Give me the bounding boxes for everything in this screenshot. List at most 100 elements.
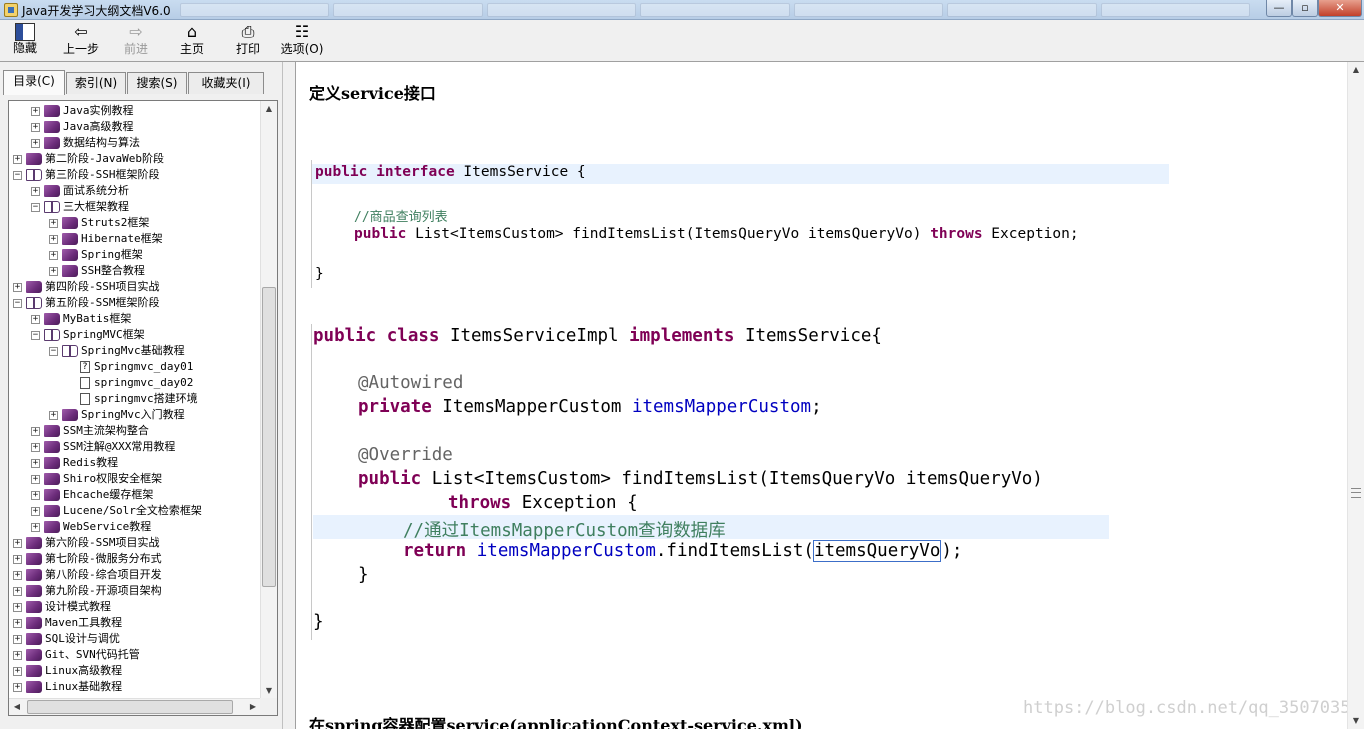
tree-item[interactable]: + 设计模式教程 [13,599,111,615]
minimize-button[interactable]: — [1266,0,1292,17]
scroll-down-icon[interactable]: ▼ [1348,713,1364,729]
expand-icon[interactable]: + [31,474,40,484]
collapse-icon[interactable]: − [31,202,40,212]
content-vertical-scrollbar[interactable]: ▲ ▼ [1347,62,1364,729]
tab-index[interactable]: 索引(N) [66,72,126,94]
tree-item[interactable]: + Maven工具教程 [13,615,122,631]
expand-icon[interactable]: + [49,250,58,260]
tree-item[interactable]: − 三大框架教程 [31,199,129,215]
home-button[interactable]: ⌂ 主页 [172,22,212,60]
expand-icon[interactable]: + [31,490,40,500]
maximize-button[interactable]: ▫ [1292,0,1318,17]
expand-icon[interactable]: + [49,218,58,228]
tree-item[interactable]: + MyBatis框架 [31,311,131,327]
tree-item[interactable]: − 第三阶段-SSH框架阶段 [13,167,160,183]
tab-favorites[interactable]: 收藏夹(I) [188,72,264,94]
tree-item[interactable]: + Ehcache缓存框架 [31,487,153,503]
expand-icon[interactable]: + [31,442,40,452]
tree-item[interactable]: + Redis教程 [31,455,118,471]
tree-item[interactable]: − SpringMvc基础教程 [49,343,185,359]
expand-icon[interactable]: + [13,618,22,628]
tree-item[interactable]: + Lucene/Solr全文检索框架 [31,503,202,519]
tree-vertical-scrollbar[interactable]: ▲ ▼ [260,101,277,699]
tree-item[interactable]: + 第九阶段-开源项目架构 [13,583,162,599]
scroll-down-icon[interactable]: ▼ [261,683,277,699]
expand-icon[interactable]: + [13,282,22,292]
expand-icon[interactable]: + [49,266,58,276]
expand-icon[interactable]: + [13,154,22,164]
tree-item[interactable]: + WebService教程 [31,519,151,535]
tree-item[interactable]: springmvc搭建环境 [67,391,198,407]
tree-item[interactable]: + 第八阶段-综合项目开发 [13,567,162,583]
expand-icon[interactable]: + [13,666,22,676]
tree-item[interactable]: springmvc_day02 [67,375,193,391]
expand-icon[interactable]: + [31,426,40,436]
print-button[interactable]: ⎙ 打印 [228,22,268,60]
tab-search[interactable]: 搜索(S) [127,72,187,94]
tree-item[interactable]: + Java实例教程 [31,103,134,119]
tree-scroll-thumb[interactable] [262,287,276,587]
tree-hscroll-thumb[interactable] [27,700,233,714]
background-tab[interactable] [947,3,1097,17]
background-tab[interactable] [1100,3,1250,17]
background-tab[interactable] [486,3,637,17]
scroll-right-icon[interactable]: ▶ [245,699,261,715]
collapse-icon[interactable]: − [13,298,22,308]
tree-item[interactable]: − 第五阶段-SSM框架阶段 [13,295,160,311]
expand-icon[interactable]: + [49,234,58,244]
tree-item[interactable]: + Spring框架 [49,247,143,263]
tree-item[interactable]: + SQL设计与调优 [13,631,120,647]
expand-icon[interactable]: + [31,506,40,516]
expand-icon[interactable]: + [13,602,22,612]
forward-button[interactable]: ⇨ 前进 [116,22,156,60]
tree-item[interactable]: + 数据结构与算法 [31,135,140,151]
background-tab[interactable] [180,3,330,17]
tree-item[interactable]: + 面试系统分析 [31,183,129,199]
background-tab[interactable] [640,3,790,17]
scroll-left-icon[interactable]: ◀ [9,699,25,715]
tree-item[interactable]: + Java高级教程 [31,119,134,135]
expand-icon[interactable]: + [31,314,40,324]
expand-icon[interactable]: + [31,106,40,116]
tree-item[interactable]: + 第四阶段-SSH项目实战 [13,279,160,295]
expand-icon[interactable]: + [13,586,22,596]
expand-icon[interactable]: + [13,682,22,692]
tree-item[interactable]: + SpringMvc入门教程 [49,407,185,423]
expand-icon[interactable]: + [31,122,40,132]
tree-item[interactable]: + Struts2框架 [49,215,149,231]
options-button[interactable]: ☷ 选项(O) [276,22,328,60]
pane-splitter[interactable] [283,62,296,729]
tree-item[interactable]: + 第七阶段-微服务分布式 [13,551,162,567]
tree-item[interactable]: + Shiro权限安全框架 [31,471,162,487]
collapse-icon[interactable]: − [49,346,58,356]
tree-horizontal-scrollbar[interactable]: ◀ ▶ [9,698,261,715]
expand-icon[interactable]: + [31,186,40,196]
tree-item[interactable]: ? Springmvc_day01 [67,359,193,375]
expand-icon[interactable]: + [31,458,40,468]
tree-item[interactable]: + 第二阶段-JavaWeb阶段 [13,151,164,167]
tree-item[interactable]: + Linux基础教程 [13,679,122,695]
scroll-grip-icon[interactable] [1351,488,1361,498]
scroll-up-icon[interactable]: ▲ [261,101,277,117]
background-tab[interactable] [793,3,944,17]
tree-item[interactable]: + SSH整合教程 [49,263,145,279]
tab-contents[interactable]: 目录(C) [3,70,65,95]
collapse-icon[interactable]: − [13,170,22,180]
tree-item[interactable]: − SpringMVC框架 [31,327,145,343]
background-tab[interactable] [333,3,483,17]
expand-icon[interactable]: + [13,650,22,660]
tree-item[interactable]: + SSM主流架构整合 [31,423,149,439]
tree-item[interactable]: + Git、SVN代码托管 [13,647,140,663]
expand-icon[interactable]: + [13,634,22,644]
tree-item[interactable]: + Hibernate框架 [49,231,163,247]
tree-item[interactable]: + 第六阶段-SSM项目实战 [13,535,160,551]
selected-text[interactable]: itemsQueryVo [812,540,942,562]
close-button[interactable]: ✕ [1318,0,1362,17]
expand-icon[interactable]: + [13,570,22,580]
expand-icon[interactable]: + [13,554,22,564]
expand-icon[interactable]: + [49,410,58,420]
expand-icon[interactable]: + [31,138,40,148]
tree-item[interactable]: + Linux高级教程 [13,663,122,679]
expand-icon[interactable]: + [31,522,40,532]
collapse-icon[interactable]: − [31,330,40,340]
